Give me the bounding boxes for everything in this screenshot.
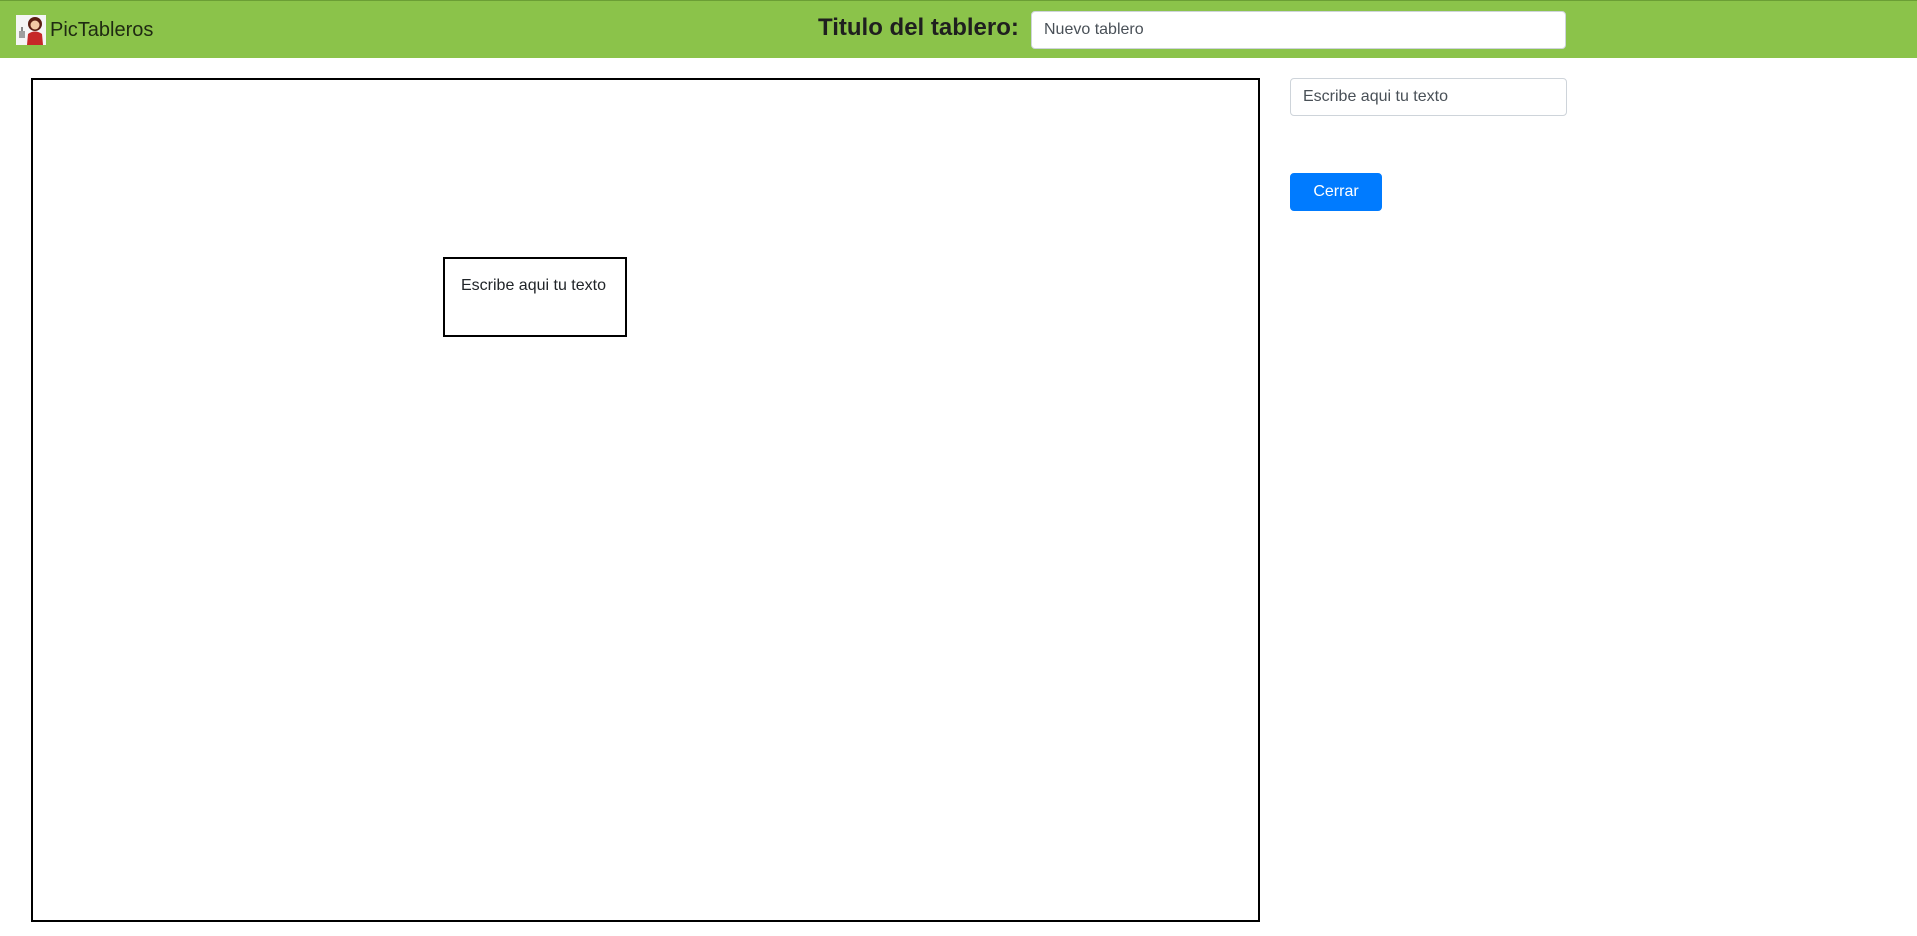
- text-box-content-input[interactable]: [1290, 78, 1567, 116]
- brand-link[interactable]: PicTableros: [16, 15, 153, 45]
- brand-name: PicTableros: [50, 19, 154, 41]
- board-canvas[interactable]: Escribe aqui tu texto: [31, 78, 1260, 922]
- top-navbar: PicTableros Titulo del tablero:: [0, 0, 1917, 58]
- close-button[interactable]: Cerrar: [1290, 173, 1382, 211]
- board-text-box[interactable]: Escribe aqui tu texto: [443, 257, 627, 337]
- board-title-label: Titulo del tablero:: [818, 14, 1019, 41]
- girl-avatar-icon: [16, 15, 46, 45]
- board-title-input[interactable]: [1031, 11, 1566, 49]
